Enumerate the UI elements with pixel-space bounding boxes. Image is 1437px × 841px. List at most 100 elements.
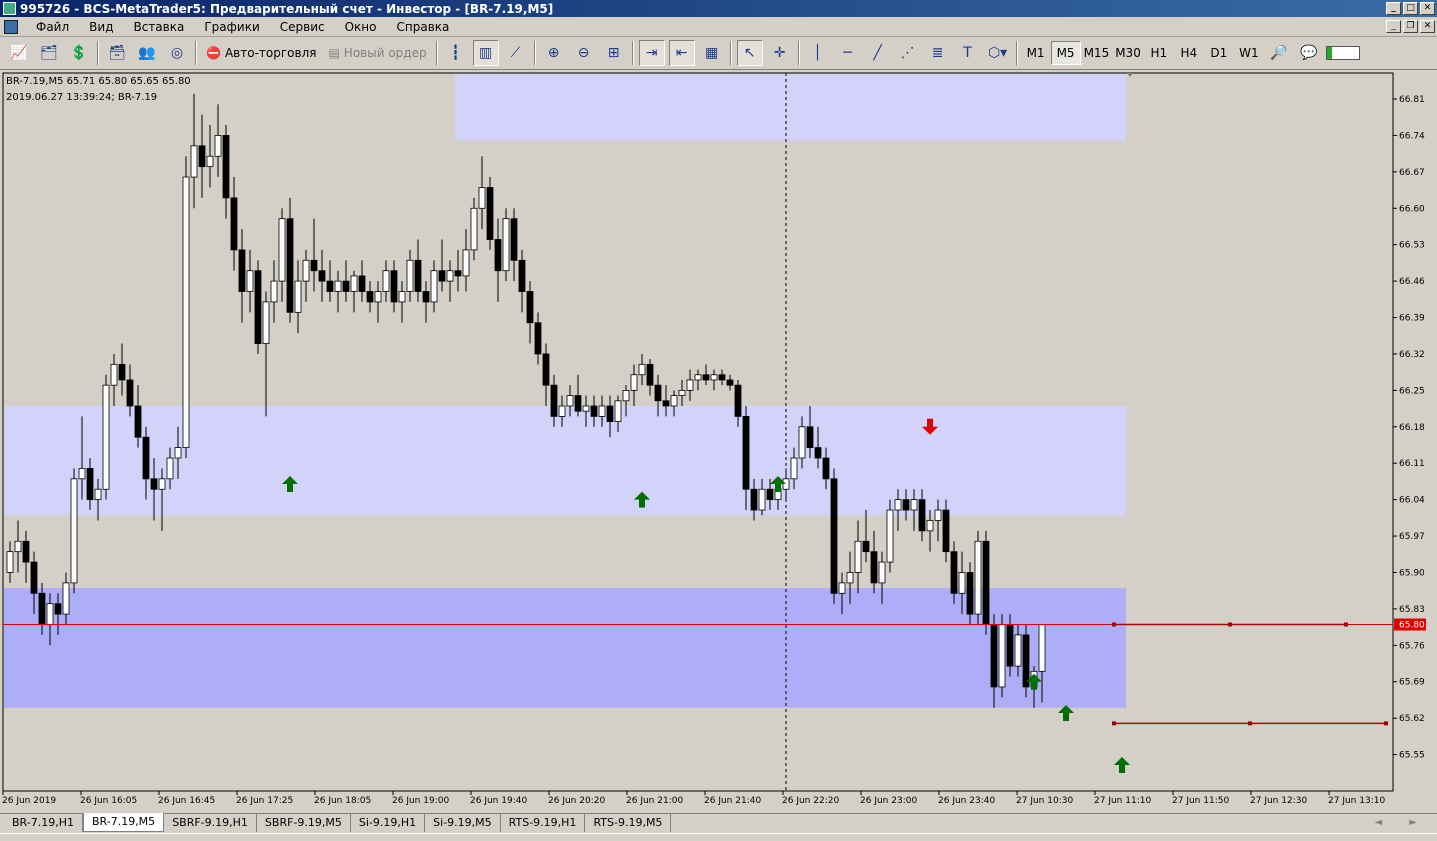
timeframe-m30[interactable]: M30 (1112, 41, 1144, 65)
zoom-in-icon[interactable]: ⊕ (541, 40, 567, 66)
bull-candle (206, 155, 214, 168)
text-tool-icon[interactable]: T (955, 40, 981, 66)
shapes-icon[interactable]: ⬡▾ (985, 40, 1011, 66)
elliott-icon[interactable]: ⋰ (895, 40, 921, 66)
bull-candle (566, 395, 574, 407)
bull-candle (174, 447, 182, 459)
tile-windows-icon[interactable]: ⊞ (601, 40, 627, 66)
signals-icon[interactable]: ◎ (164, 40, 190, 66)
menu-view[interactable]: Вид (79, 20, 123, 34)
crosshair-icon[interactable]: ✛ (767, 40, 793, 66)
data-window-icon[interactable]: 🗃 (104, 40, 130, 66)
menu-help[interactable]: Справка (387, 20, 460, 34)
bear-candle (966, 572, 974, 615)
bull-candle (190, 145, 198, 178)
child-restore-button[interactable]: ❐ (1403, 20, 1418, 33)
trendline-icon[interactable]: ╱ (865, 40, 891, 66)
bull-candle (670, 395, 678, 407)
tab-sbrf-m5[interactable]: SBRF-9.19,M5 (257, 814, 351, 832)
close-button[interactable]: ✕ (1420, 2, 1435, 15)
x-tick-label: 26 Jun 17:25 (236, 796, 293, 806)
search-icon[interactable]: 🔎 (1266, 40, 1292, 66)
x-tick-label: 26 Jun 21:40 (704, 796, 761, 806)
y-tick-label: 65.76 (1399, 641, 1425, 651)
menu-charts[interactable]: Графики (194, 20, 269, 34)
bull-candle (638, 363, 646, 376)
menu-tools[interactable]: Сервис (270, 20, 335, 34)
zoom-out-icon[interactable]: ⊖ (571, 40, 597, 66)
chat-icon[interactable]: 💬 (1296, 40, 1322, 66)
price-chart[interactable]: 65.55 65.62 65.69 65.76 65.83 65.90 65.97 66.04… (0, 70, 1437, 812)
tab-br-m5[interactable]: BR-7.19,M5 (82, 813, 165, 832)
bull-candle (790, 457, 798, 480)
chart-shift-icon[interactable]: ⇤ (668, 40, 695, 66)
bull-candle (614, 400, 622, 422)
bear-candle (454, 270, 462, 277)
tab-rts-m5[interactable]: RTS-9.19,M5 (585, 814, 672, 832)
menu-window[interactable]: Окно (335, 20, 387, 34)
child-close-button[interactable]: ✕ (1420, 20, 1435, 33)
x-tick-label: 27 Jun 13:10 (1328, 796, 1385, 806)
bull-candle (846, 572, 854, 584)
bear-candle (342, 280, 350, 292)
child-minimize-button[interactable]: _ (1386, 20, 1401, 33)
tab-sbrf-h1[interactable]: SBRF-9.19,H1 (164, 814, 257, 832)
tab-scroll-arrows[interactable]: ◄ ► (1374, 814, 1429, 832)
bar-chart-icon[interactable]: ┇ (443, 40, 469, 66)
new-order-label: Новый ордер (343, 46, 427, 60)
x-tick-label: 26 Jun 22:20 (782, 796, 839, 806)
bear-candle (806, 426, 814, 449)
timeframe-m5[interactable]: M5 (1050, 41, 1081, 65)
navigator-icon[interactable]: 👥 (134, 40, 160, 66)
window-titlebar[interactable]: 995726 - BCS-MetaTrader5: Предварительны… (0, 0, 1437, 17)
timeframe-d1[interactable]: D1 (1204, 41, 1234, 65)
autoscroll-icon[interactable]: ⇥ (638, 40, 665, 66)
timeframe-h1[interactable]: H1 (1144, 41, 1174, 65)
vertical-line-icon[interactable]: │ (805, 40, 831, 66)
bull-candle (934, 509, 942, 521)
menu-insert[interactable]: Вставка (123, 20, 194, 34)
new-chart-icon[interactable]: 📈 (6, 40, 32, 66)
bull-candle (350, 275, 358, 292)
timeframe-m15[interactable]: M15 (1081, 41, 1113, 65)
timeframe-h4[interactable]: H4 (1174, 41, 1204, 65)
market-watch-icon[interactable]: 💲 (66, 40, 92, 66)
maximize-button[interactable]: □ (1403, 2, 1418, 15)
toolbar-separator (97, 41, 99, 65)
timeframe-m1[interactable]: M1 (1021, 41, 1051, 65)
chart-window-icon[interactable] (4, 19, 18, 34)
tab-rts-h1[interactable]: RTS-9.19,H1 (501, 814, 586, 832)
indicators-icon[interactable]: ▦ (699, 40, 725, 66)
bear-candle (550, 384, 558, 417)
y-tick-label: 66.81 (1399, 95, 1425, 105)
new-order-button[interactable]: ▤ Новый ордер (324, 40, 430, 66)
bull-candle (6, 551, 14, 573)
profiles-icon[interactable]: 🗂 (36, 40, 62, 66)
timeframe-w1[interactable]: W1 (1234, 41, 1264, 65)
menu-file[interactable]: Файл (26, 20, 79, 34)
tab-si-m5[interactable]: Si-9.19,M5 (425, 814, 501, 832)
autotrade-button[interactable]: ⛔ Авто-торговля (202, 40, 320, 66)
chart-area[interactable]: 65.55 65.62 65.69 65.76 65.83 65.90 65.97 66.04… (0, 70, 1437, 812)
y-tick-label: 65.69 (1399, 678, 1425, 688)
bear-candle (990, 624, 998, 688)
y-tick-label: 65.97 (1399, 532, 1425, 542)
y-tick-label: 66.11 (1399, 459, 1425, 469)
line-chart-icon[interactable]: ⟋ (503, 40, 529, 66)
y-tick-label: 66.39 (1399, 314, 1425, 324)
tab-si-h1[interactable]: Si-9.19,H1 (351, 814, 426, 832)
bull-candle (1014, 634, 1022, 667)
candlestick-chart-icon[interactable]: ▥ (472, 40, 499, 66)
bull-candle (462, 249, 470, 277)
current-price-value: 65.80 (1399, 621, 1425, 631)
minimize-button[interactable]: _ (1386, 2, 1401, 15)
cursor-icon[interactable]: ↖ (736, 40, 763, 66)
horizontal-line-icon[interactable]: ─ (835, 40, 861, 66)
bull-candle (558, 405, 566, 417)
bear-candle (358, 275, 366, 292)
bull-candle (46, 603, 54, 625)
tab-br-h1[interactable]: BR-7.19,H1 (4, 814, 83, 832)
toolbar-separator (533, 41, 536, 65)
fibonacci-icon[interactable]: ≣ (925, 40, 951, 66)
x-tick-label: 26 Jun 23:00 (860, 796, 917, 806)
